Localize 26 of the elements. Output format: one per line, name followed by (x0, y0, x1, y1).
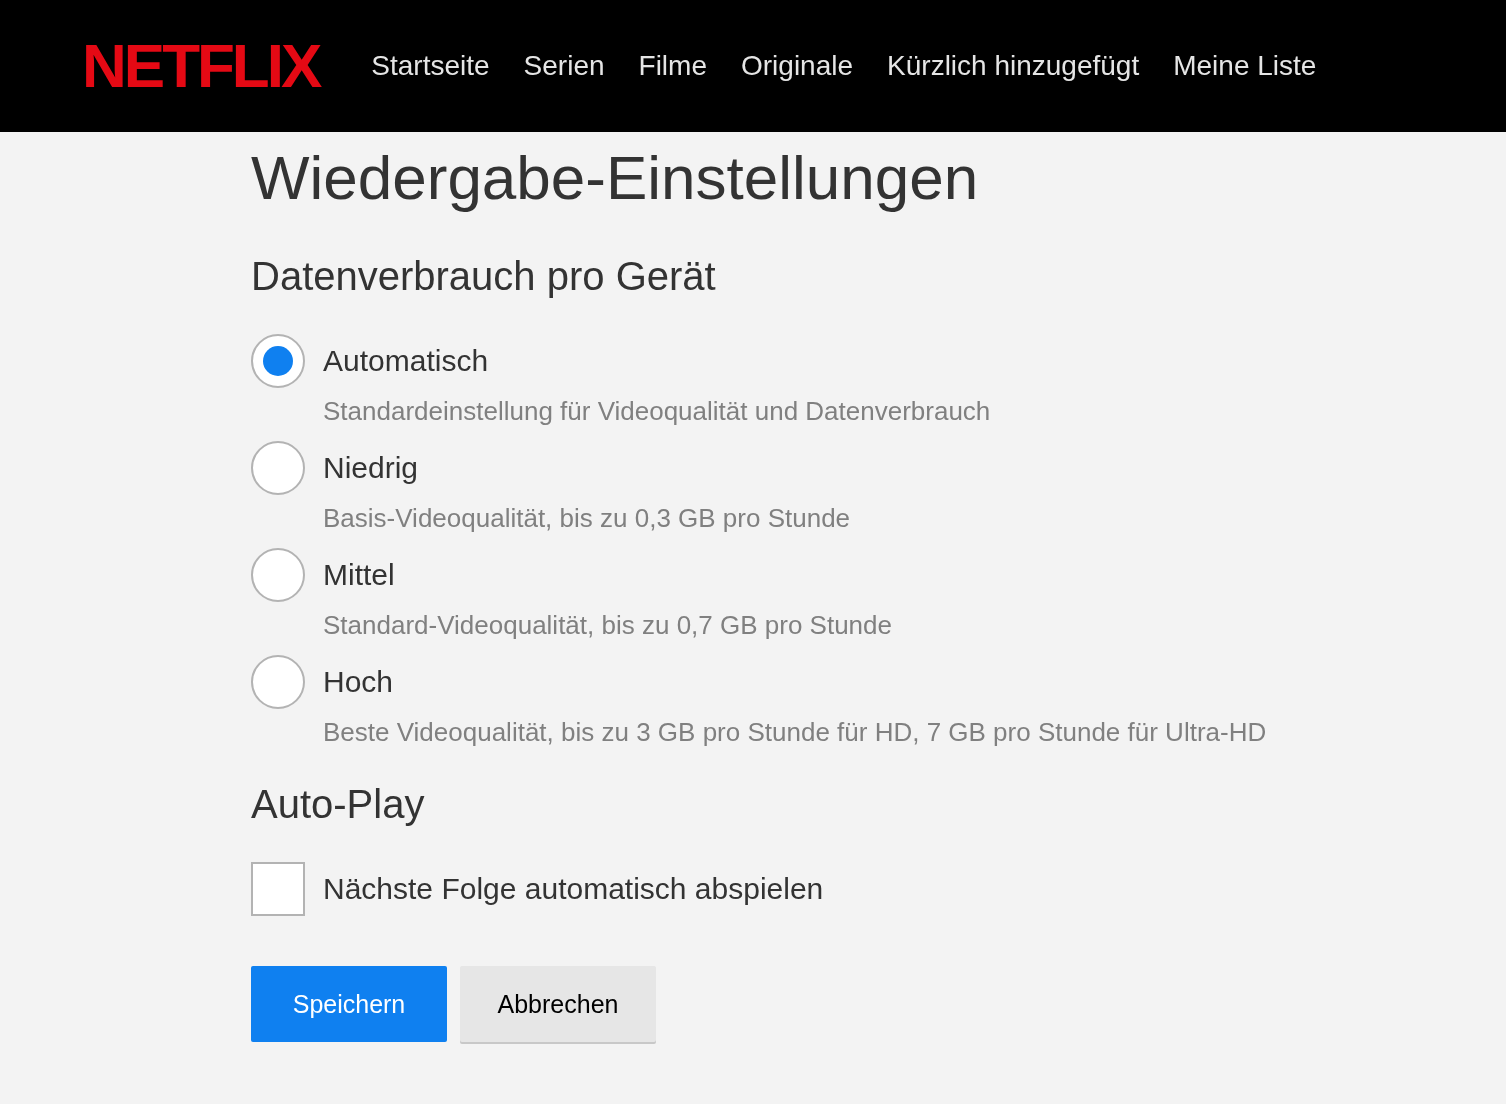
save-button[interactable]: Speichern (251, 966, 447, 1043)
radio-button[interactable] (251, 655, 305, 710)
option-description: Basis-Videoqualität, bis zu 0,3 GB pro Stunde (323, 503, 852, 535)
section-heading: Auto-Play (251, 782, 426, 827)
option-description: Standardeinstellung für Videoqualität und Datenverbrauch (323, 396, 992, 428)
nav-link[interactable]: Kürzlich hinzugefügt (887, 50, 1140, 82)
checkbox-label[interactable]: Nächste Folge automatisch abspielen (323, 872, 824, 907)
nav-link[interactable]: Filme (638, 50, 707, 82)
nav-link[interactable]: Serien (523, 50, 605, 82)
option-description: Beste Videoqualität, bis zu 3 GB pro Stunde für HD, 7 GB pro Stunde für Ultra-HD (323, 717, 1268, 749)
radio-button[interactable] (251, 441, 305, 496)
logo[interactable]: NETFLIX (82, 28, 324, 104)
option-label[interactable]: Hoch (323, 665, 394, 700)
checkbox[interactable] (251, 862, 305, 917)
option-label[interactable]: Niedrig (323, 451, 419, 486)
option-label[interactable]: Mittel (323, 558, 395, 593)
page-title: Wiedergabe-Einstellungen (251, 144, 980, 213)
nav-link[interactable]: Originale (741, 50, 854, 82)
radio-button[interactable] (251, 548, 305, 603)
section-heading: Datenverbrauch pro Gerät (251, 254, 717, 299)
cancel-button[interactable]: Abbrechen (460, 966, 656, 1043)
option-label[interactable]: Automatisch (323, 344, 489, 379)
nav-link[interactable]: Meine Liste (1173, 50, 1317, 82)
option-description: Standard-Videoqualität, bis zu 0,7 GB pro Stunde (323, 610, 893, 642)
nav-link[interactable]: Startseite (371, 50, 490, 82)
radio-button[interactable] (251, 334, 305, 389)
